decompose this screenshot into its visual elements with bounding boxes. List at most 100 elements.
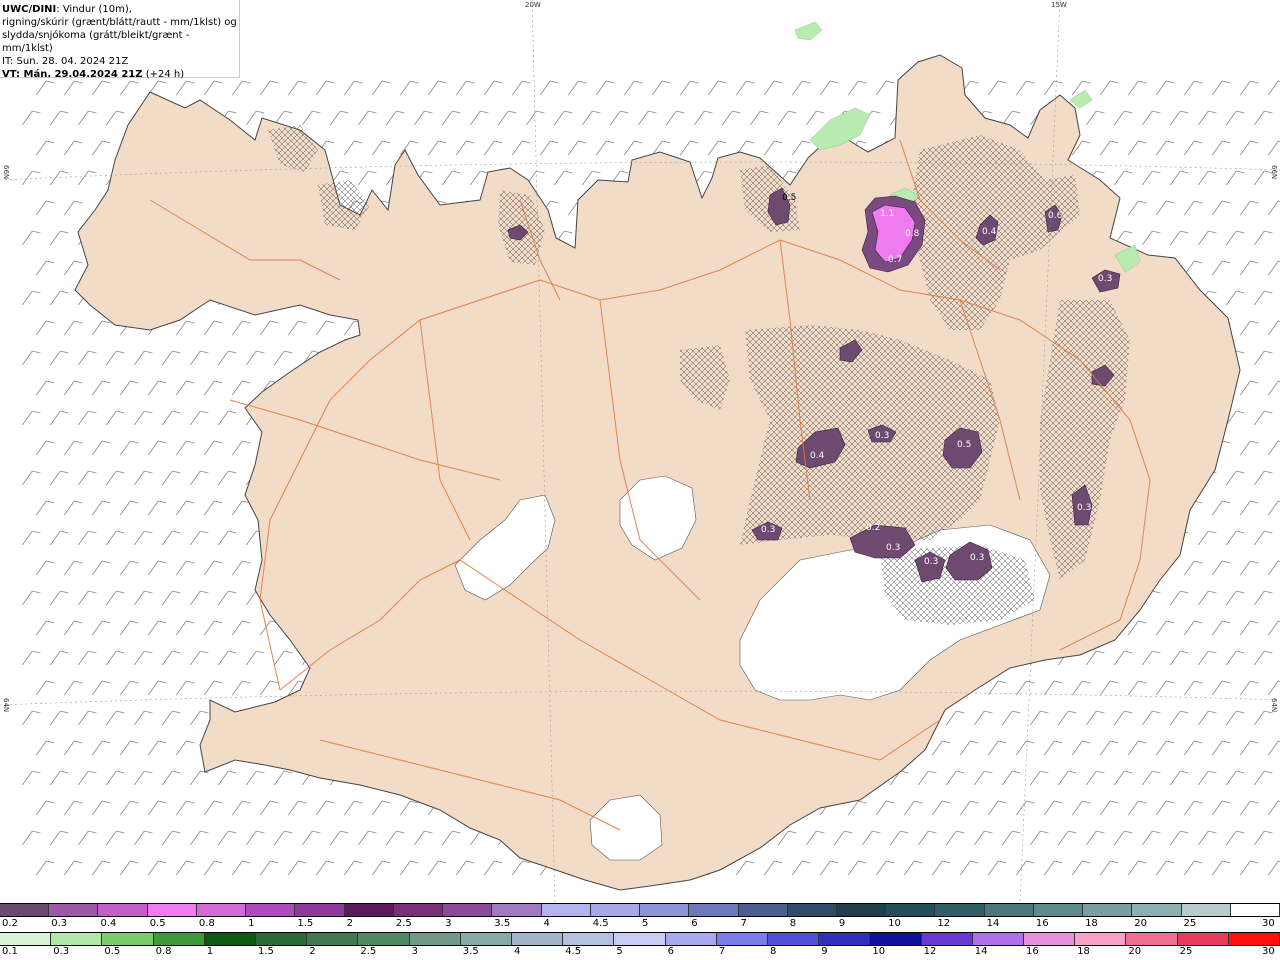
scale-label: 14 [974, 946, 988, 957]
color-swatch [738, 904, 788, 916]
color-swatch [256, 933, 308, 945]
color-swatch [1132, 904, 1182, 916]
precip-label: 0.3 [1098, 274, 1112, 284]
scale-label: 12 [937, 918, 951, 929]
scale-label: 1.5 [297, 918, 314, 929]
precip-label: 0.4 [982, 227, 997, 237]
precip-label: 0.3 [875, 431, 889, 441]
color-swatch [1083, 904, 1133, 916]
lat-label-64n-right: 64N [1270, 698, 1278, 713]
precip-label: 0.2 [866, 523, 880, 533]
scale-label: 25 [1183, 918, 1197, 929]
scale-label: 16 [1026, 946, 1039, 957]
color-swatch [49, 904, 99, 916]
color-swatch [1024, 933, 1076, 945]
color-swatch [1033, 904, 1084, 916]
color-swatch [344, 904, 394, 916]
color-swatch [768, 933, 820, 945]
scale-label: 10 [888, 918, 901, 929]
scale-label: 16 [1035, 918, 1049, 929]
scale-label: 5 [642, 918, 649, 929]
scale-label: 10 [872, 946, 886, 957]
scale-label: 5 [616, 946, 623, 957]
rain-scale-labels: 0.1 0.3 0.5 0.8 1 1.5 2 2.5 3 3.5 4 4.5 5 6 7 8 9 10 12 14 1… [0, 946, 1280, 960]
snow-colorbar [0, 903, 1280, 917]
color-swatch [512, 933, 564, 945]
color-swatch [196, 904, 247, 916]
scale-label: 9 [838, 918, 846, 929]
color-swatch [935, 904, 985, 916]
scale-label: 1 [206, 946, 214, 957]
precip-label: 0.4 [810, 451, 825, 461]
color-swatch [0, 904, 50, 916]
scale-label: 12 [923, 946, 937, 957]
model-name: UWC/DINI [2, 4, 57, 15]
color-swatch [51, 933, 103, 945]
scale-label: 0.8 [155, 946, 172, 957]
scale-label: 6 [667, 946, 674, 957]
color-swatch [640, 904, 690, 916]
color-swatch [689, 904, 739, 916]
scale-label: 3 [445, 918, 452, 929]
weather-map: 0.5 1.1 0.8 0.7 0.4 0.6 0.3 0.4 0.3 0.5 … [0, 0, 1280, 903]
color-swatch [358, 933, 410, 945]
desc-line-3: slydda/snjókoma (grátt/bleikt/grænt - mm… [2, 30, 190, 54]
color-swatch [1126, 933, 1178, 945]
scale-label: 2.5 [395, 918, 412, 929]
lat-label-66n-right: 66N [1270, 165, 1278, 180]
color-swatch [921, 933, 973, 945]
color-swatch [443, 904, 493, 916]
scale-label: 30 [1262, 918, 1275, 929]
scale-label: 25 [1179, 946, 1193, 957]
color-swatch [460, 933, 513, 945]
rain-colorbar [0, 932, 1280, 946]
precip-label: 0.6 [1048, 211, 1063, 221]
color-swatch [1075, 933, 1127, 945]
desc-line-2: rigning/skúrir (grænt/blátt/rautt - mm/1… [2, 17, 237, 28]
scale-label: 3.5 [494, 918, 511, 929]
color-swatch [787, 904, 837, 916]
color-swatch [98, 904, 148, 916]
lon-label-20w: 20W [525, 1, 541, 9]
color-swatch [246, 904, 296, 916]
precip-label: 0.3 [761, 525, 775, 535]
lat-label-66n-left: 66N [2, 165, 10, 180]
color-swatch [1177, 933, 1229, 945]
issue-time: IT: Sun. 28. 04. 2024 21Z [2, 56, 129, 67]
scale-label: 2.5 [360, 946, 377, 957]
scale-label: 0.8 [198, 918, 215, 929]
color-swatch [0, 933, 52, 945]
color-swatch [295, 904, 345, 916]
scale-label: 14 [986, 918, 1000, 929]
scale-label: 0.2 [2, 918, 18, 929]
color-swatch [665, 933, 717, 945]
color-swatch [492, 904, 542, 916]
precip-label: 0.3 [1077, 503, 1091, 513]
scale-label: 20 [1128, 946, 1142, 957]
scale-label: 0.5 [104, 946, 121, 957]
scale-label: 4 [543, 918, 550, 929]
color-swatch [590, 904, 641, 916]
scale-label: 8 [789, 918, 797, 929]
precip-label: 0.3 [886, 543, 900, 553]
scale-label: 30 [1262, 946, 1275, 957]
color-swatch [819, 933, 871, 945]
color-swatch [204, 933, 257, 945]
precip-label: 0.3 [970, 553, 984, 563]
color-swatch [1181, 904, 1231, 916]
precip-label: 0.5 [782, 193, 796, 203]
scale-label: 0.4 [100, 918, 117, 929]
scale-label: 18 [1077, 946, 1090, 957]
scale-label: 0.3 [51, 918, 68, 929]
lon-label-15w: 15W [1051, 1, 1067, 9]
color-swatch [984, 904, 1034, 916]
color-swatch [307, 933, 359, 945]
color-swatch [972, 933, 1025, 945]
color-swatch [870, 933, 922, 945]
map-header: UWC/DINI: Vindur (10m), rigning/skúrir (… [0, 0, 240, 80]
color-swatch [614, 933, 666, 945]
scale-label: 0.5 [149, 918, 166, 929]
precip-label: 0.3 [924, 557, 938, 567]
scale-label: 8 [770, 946, 777, 957]
scale-label: 6 [691, 918, 698, 929]
